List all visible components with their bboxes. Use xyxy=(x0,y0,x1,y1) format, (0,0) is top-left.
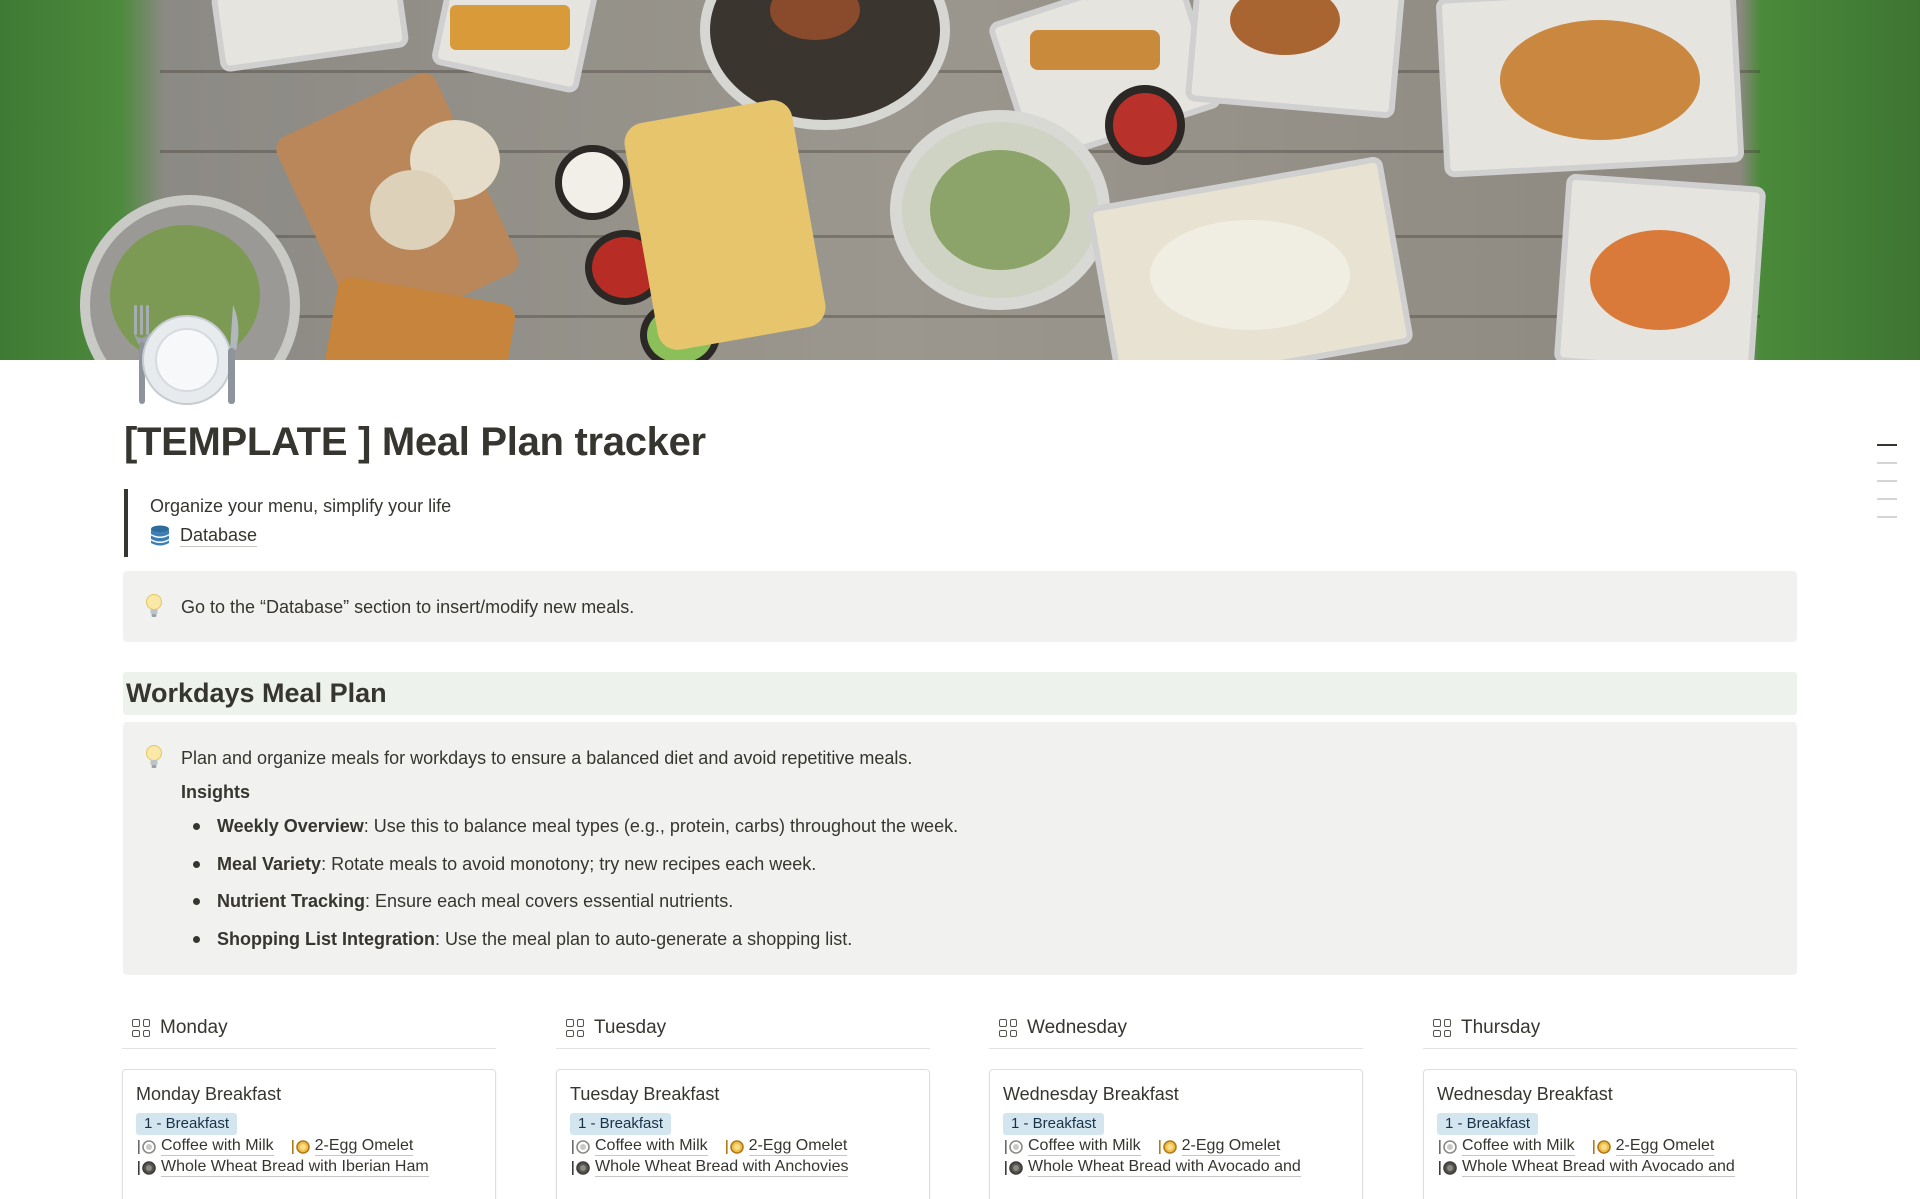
workdays-intro: Plan and organize meals for workdays to … xyxy=(181,748,913,768)
meal-link[interactable]: Whole Wheat Bread with Anchovies xyxy=(595,1157,849,1177)
workdays-callout: Plan and organize meals for workdays to … xyxy=(123,722,1797,975)
fork-and-plate-icon xyxy=(136,1138,156,1154)
card-title: Wednesday Breakfast xyxy=(1437,1084,1613,1104)
meal-type-tag: 1 - Breakfast xyxy=(136,1113,238,1135)
meal-card[interactable]: Wednesday Breakfast 1 - Breakfast Coffee… xyxy=(989,1069,1363,1199)
gallery-view-tab[interactable]: Monday xyxy=(122,1008,496,1049)
meal-link[interactable]: Whole Wheat Bread with Avocado and xyxy=(1028,1157,1301,1177)
fork-and-plate-icon xyxy=(1157,1138,1177,1154)
lightbulb-icon xyxy=(145,744,163,770)
list-item: Weekly Overview: Use this to balance mea… xyxy=(181,812,958,850)
fork-and-plate-icon xyxy=(724,1138,744,1154)
insight-term: Nutrient Tracking xyxy=(217,891,366,911)
fork-and-plate-icon xyxy=(1437,1159,1457,1175)
meal-link[interactable]: Whole Wheat Bread with Avocado and xyxy=(1462,1157,1735,1177)
meal-items-row: Whole Wheat Bread with Avocado and xyxy=(1437,1157,1783,1177)
insight-term: Shopping List Integration xyxy=(217,928,435,949)
day-column-wednesday: Wednesday Wednesday Breakfast 1 - Breakf… xyxy=(989,1008,1363,1199)
gallery-view-icon xyxy=(566,1019,584,1037)
page-tagline: Organize your menu, simplify your life xyxy=(150,496,452,516)
insights-list: Weekly Overview: Use this to balance mea… xyxy=(181,812,958,962)
gallery-view-tab[interactable]: Tuesday xyxy=(556,1008,930,1049)
day-column-monday: Monday Monday Breakfast 1 - Breakfast Co… xyxy=(122,1008,496,1199)
database-callout: Go to the “Database” section to insert/m… xyxy=(123,571,1797,642)
day-column-thursday: Thursday Wednesday Breakfast 1 - Breakfa… xyxy=(1423,1008,1797,1199)
insight-term: Meal Variety xyxy=(217,853,322,874)
meal-type-tag: 1 - Breakfast xyxy=(570,1113,672,1135)
page-title[interactable]: [TEMPLATE ] Meal Plan tracker xyxy=(124,420,706,465)
fork-and-plate-icon xyxy=(1003,1138,1023,1154)
quote-block: Organize your menu, simplify your life D… xyxy=(124,489,724,557)
workdays-heading[interactable]: Workdays Meal Plan xyxy=(123,672,1797,715)
meal-card[interactable]: Tuesday Breakfast 1 - Breakfast Coffee w… xyxy=(556,1069,930,1199)
day-name: Monday xyxy=(160,1017,228,1038)
fork-and-plate-icon xyxy=(570,1159,590,1175)
meal-type-tag: 1 - Breakfast xyxy=(1003,1113,1105,1135)
meal-items-row: Whole Wheat Bread with Anchovies xyxy=(570,1157,916,1177)
lightbulb-icon xyxy=(145,593,163,619)
outline-mark[interactable] xyxy=(1877,462,1897,464)
card-title: Tuesday Breakfast xyxy=(570,1084,720,1104)
card-title: Monday Breakfast xyxy=(136,1084,282,1104)
meal-items-row: Coffee with Milk 2-Egg Omelet xyxy=(136,1136,482,1156)
outline-mark[interactable] xyxy=(1877,480,1897,482)
meal-link[interactable]: Coffee with Milk xyxy=(1462,1136,1575,1156)
insight-text: : Ensure each meal covers essential nutr… xyxy=(365,891,734,911)
meal-items-row: Whole Wheat Bread with Iberian Ham xyxy=(136,1157,482,1177)
meal-card[interactable]: Monday Breakfast 1 - Breakfast Coffee wi… xyxy=(122,1069,496,1199)
insight-text: : Use the meal plan to auto-generate a s… xyxy=(434,928,853,949)
insights-label: Insights xyxy=(181,782,251,802)
day-name: Thursday xyxy=(1461,1017,1541,1038)
insight-text: : Rotate meals to avoid monotony; try ne… xyxy=(321,853,817,874)
section-heading-text: Workdays Meal Plan xyxy=(126,678,387,708)
meal-items-row: Coffee with Milk 2-Egg Omelet xyxy=(570,1136,916,1156)
plate-with-cutlery-icon[interactable] xyxy=(124,300,244,410)
database-link-label[interactable]: Database xyxy=(180,524,258,547)
cover-image xyxy=(0,0,1920,360)
list-item: Nutrient Tracking: Ensure each meal cove… xyxy=(181,887,958,925)
meal-link[interactable]: 2-Egg Omelet xyxy=(314,1136,414,1156)
meal-link[interactable]: Coffee with Milk xyxy=(595,1136,708,1156)
meal-link[interactable]: Whole Wheat Bread with Iberian Ham xyxy=(161,1157,429,1177)
list-item: Shopping List Integration: Use the meal … xyxy=(181,925,958,963)
fork-and-plate-icon xyxy=(136,1159,156,1175)
fork-and-plate-icon xyxy=(570,1138,590,1154)
callout-text: Go to the “Database” section to insert/m… xyxy=(181,597,635,617)
gallery-view-tab[interactable]: Thursday xyxy=(1423,1008,1797,1049)
outline-mark[interactable] xyxy=(1877,444,1897,446)
gallery-view-icon xyxy=(1433,1019,1451,1037)
day-name: Wednesday xyxy=(1027,1017,1127,1038)
day-column-tuesday: Tuesday Tuesday Breakfast 1 - Breakfast … xyxy=(556,1008,930,1199)
meal-link[interactable]: 2-Egg Omelet xyxy=(748,1136,848,1156)
gallery-view-icon xyxy=(999,1019,1017,1037)
meal-card[interactable]: Wednesday Breakfast 1 - Breakfast Coffee… xyxy=(1423,1069,1797,1199)
card-title: Wednesday Breakfast xyxy=(1003,1084,1179,1104)
database-link[interactable]: Database xyxy=(150,524,724,547)
list-item: Meal Variety: Rotate meals to avoid mono… xyxy=(181,850,958,888)
meal-type-tag: 1 - Breakfast xyxy=(1437,1113,1539,1135)
gallery-view-icon xyxy=(132,1019,150,1037)
fork-and-plate-icon xyxy=(1437,1138,1457,1154)
meal-link[interactable]: 2-Egg Omelet xyxy=(1181,1136,1281,1156)
database-icon xyxy=(150,525,170,547)
meal-items-row: Coffee with Milk 2-Egg Omelet xyxy=(1437,1136,1783,1156)
fork-and-plate-icon xyxy=(290,1138,310,1154)
outline-mark[interactable] xyxy=(1877,516,1897,518)
meal-link[interactable]: 2-Egg Omelet xyxy=(1615,1136,1715,1156)
fork-and-plate-icon xyxy=(1591,1138,1611,1154)
meal-link[interactable]: Coffee with Milk xyxy=(161,1136,274,1156)
outline-mark[interactable] xyxy=(1877,498,1897,500)
meal-link[interactable]: Coffee with Milk xyxy=(1028,1136,1141,1156)
insight-term: Weekly Overview xyxy=(217,816,364,836)
gallery-view-tab[interactable]: Wednesday xyxy=(989,1008,1363,1049)
meal-items-row: Coffee with Milk 2-Egg Omelet xyxy=(1003,1136,1349,1156)
day-name: Tuesday xyxy=(594,1017,667,1038)
insight-text: : Use this to balance meal types (e.g., … xyxy=(363,816,959,836)
table-of-contents-outline[interactable] xyxy=(1877,444,1897,534)
meal-items-row: Whole Wheat Bread with Avocado and xyxy=(1003,1157,1349,1177)
fork-and-plate-icon xyxy=(1003,1159,1023,1175)
